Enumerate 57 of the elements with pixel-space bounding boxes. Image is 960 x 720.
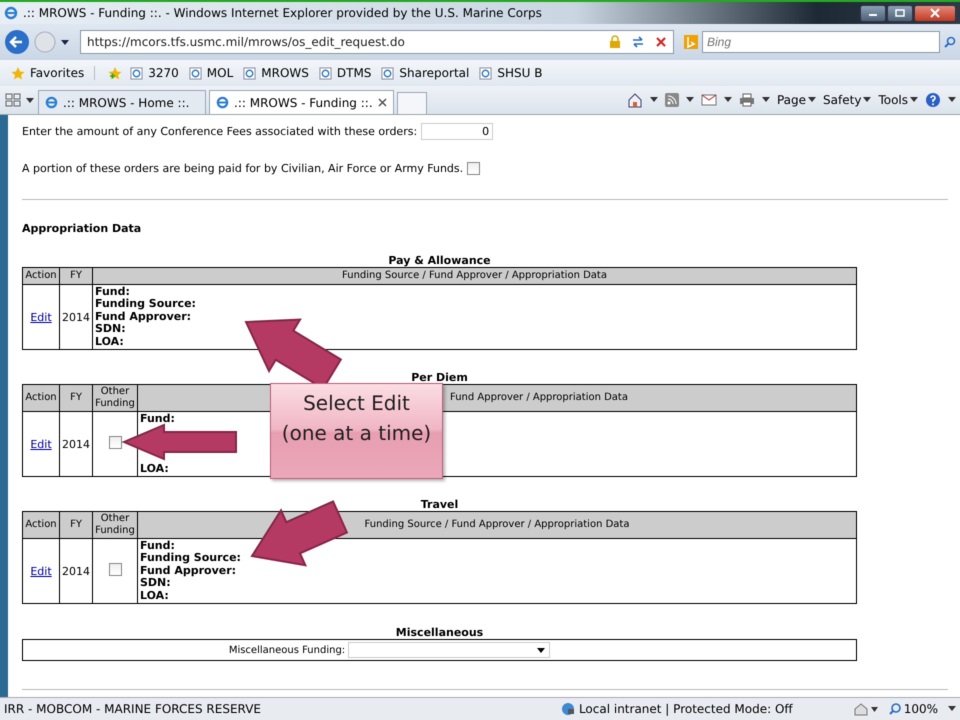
zone-text: Local intranet | Protected Mode: Off	[578, 702, 793, 716]
edit-link[interactable]: Edit	[30, 564, 52, 578]
field-label: LOA:	[140, 588, 169, 602]
section-title: Appropriation Data	[22, 222, 142, 236]
fiscal-year-cell: 2014	[60, 284, 92, 350]
edit-link[interactable]: Edit	[30, 438, 52, 450]
field-label: Fund Approver:	[140, 564, 236, 577]
command-menu[interactable]: Page	[776, 93, 816, 107]
field-label: SDN:	[140, 576, 171, 590]
field-label: LOA:	[140, 462, 169, 475]
zoom-button[interactable]: 100%	[888, 702, 938, 716]
table-title: Per Diem	[410, 371, 469, 384]
column-header: Action	[22, 384, 60, 412]
window-title: .:: MROWS - Funding ::. - Windows Internet Explorer provided by the U.S. Marine Corps	[23, 6, 542, 20]
search-field[interactable]: Bing	[702, 31, 940, 53]
column-header: FY	[60, 268, 92, 284]
column-header: Other Funding	[92, 512, 138, 538]
field-label: Funding Source:	[95, 297, 196, 310]
browser-tab[interactable]: .:: MROWS - Funding ::.	[209, 90, 394, 114]
command-menu[interactable]: Safety	[823, 93, 872, 107]
column-header: Funding Source / Fund Approver / Appropriation Data	[138, 512, 856, 538]
column-header: FY	[60, 512, 92, 538]
fiscal-year-cell: 2014	[60, 412, 92, 476]
field-label: Funding Source:	[140, 551, 241, 564]
field-label: SDN:	[95, 322, 126, 336]
address-field[interactable]: https://mcors.tfs.usmc.mil/mrows/os_edit_request.do	[80, 30, 674, 54]
status-text: IRR - MOBCOM - MARINE FORCES RESERVE	[4, 702, 262, 716]
column-header: Action	[22, 268, 60, 284]
field-label: LOA:	[95, 334, 124, 348]
table-title: Pay & Allowance	[387, 254, 492, 267]
field-label: Fund:	[140, 412, 175, 425]
table-title: Miscellaneous	[394, 626, 484, 639]
field-label: Fund Approver:	[95, 310, 192, 323]
browser-tab[interactable]: .:: MROWS - Home ::.	[38, 90, 206, 114]
conference-fees-label: Enter the amount of any Conference Fees associated with these orders:	[22, 124, 418, 138]
field-label: Fund:	[95, 285, 130, 298]
column-header: Other Funding	[92, 384, 138, 412]
favorite-link[interactable]: Shareportal	[378, 66, 472, 80]
favorites-button[interactable]: Favorites	[8, 66, 96, 80]
edit-link[interactable]: Edit	[30, 310, 52, 324]
favorite-link[interactable]: SHSU B	[476, 66, 546, 80]
callout-box: Select Edit (one at a time)	[270, 383, 443, 479]
command-menu[interactable]: Tools	[878, 93, 918, 107]
fiscal-year-cell: 2014	[60, 538, 92, 604]
column-header: Funding Source / Fund Approver / Appropriation Data	[92, 268, 856, 284]
favorite-link[interactable]: DTMS	[316, 66, 374, 80]
table-title: Travel	[420, 498, 460, 511]
url-text: https://mcors.tfs.usmc.mil/mrows/os_edit_request.do	[87, 35, 406, 49]
misc-funding-label: Miscellaneous Funding:	[228, 644, 346, 656]
field-label: Fund:	[140, 539, 175, 552]
column-header: Action	[22, 512, 60, 538]
favorite-link[interactable]: 3270	[127, 66, 182, 80]
column-header: FY	[60, 384, 92, 412]
conference-fees-field[interactable]: 0	[421, 122, 494, 140]
favorite-link[interactable]: MOL	[186, 66, 236, 80]
favorite-link[interactable]: MROWS	[240, 66, 312, 80]
other-funds-label: A portion of these orders are being paid for by Civilian, Air Force or Army Funds.	[22, 162, 464, 174]
